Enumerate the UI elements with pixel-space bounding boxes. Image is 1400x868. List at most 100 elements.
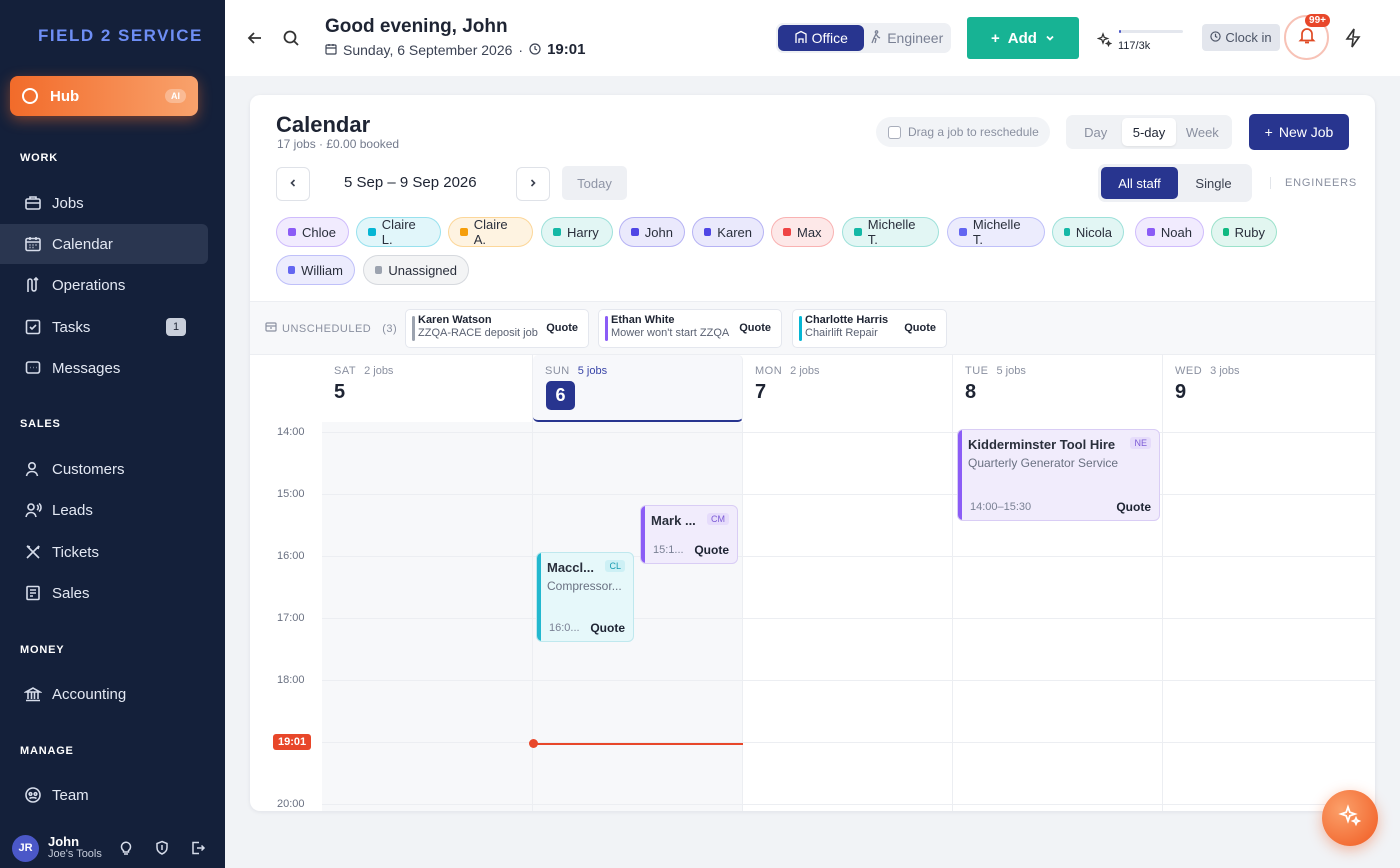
staff-chip[interactable]: Unassigned bbox=[363, 255, 469, 285]
staff-single[interactable]: Single bbox=[1178, 167, 1249, 199]
day-number: 9 bbox=[1175, 381, 1187, 403]
day-name: MON 2 jobs bbox=[755, 365, 820, 377]
staff-chip[interactable]: Nicola bbox=[1052, 217, 1124, 247]
sidebar-item-jobs[interactable]: Jobs bbox=[0, 183, 208, 223]
ai-credits[interactable]: 117/3k bbox=[1096, 30, 1183, 52]
staff-chip[interactable]: Michelle T. bbox=[842, 217, 939, 247]
day-header[interactable]: SAT 2 jobs 5 bbox=[322, 355, 533, 422]
clock-in-button[interactable]: Clock in bbox=[1202, 24, 1280, 51]
day-header[interactable]: TUE 5 jobs 8 bbox=[953, 355, 1163, 422]
sidebar-item-team[interactable]: Team bbox=[0, 775, 208, 815]
hour-label: 18:00 bbox=[277, 674, 305, 686]
engineers-label[interactable]: ENGINEERS bbox=[1270, 177, 1357, 189]
drag-reschedule-toggle[interactable]: Drag a job to reschedule bbox=[876, 117, 1050, 147]
search-icon[interactable] bbox=[280, 27, 302, 49]
hub-button[interactable]: Hub AI bbox=[10, 76, 198, 116]
current-date: Sunday, 6 September 2026 bbox=[343, 41, 513, 58]
prev-range-button[interactable] bbox=[276, 167, 310, 201]
staff-color-dot bbox=[959, 228, 967, 236]
staff-chip[interactable]: Ruby bbox=[1211, 217, 1277, 247]
job-card[interactable]: Maccl... Compressor... CL 16:0... Quote bbox=[536, 552, 634, 642]
brand-logo[interactable]: FIELD 2 SERVICE bbox=[38, 26, 203, 46]
day-of-week: WED bbox=[1175, 365, 1203, 377]
new-job-button[interactable]: + New Job bbox=[1249, 114, 1349, 150]
add-label: Add bbox=[1007, 29, 1037, 47]
staff-chip[interactable]: Chloe bbox=[276, 217, 349, 247]
job-time: 15:1... bbox=[653, 544, 684, 556]
user-icon bbox=[24, 460, 42, 478]
checkbox-icon bbox=[24, 318, 42, 336]
day-column-sat[interactable] bbox=[322, 422, 533, 811]
unscheduled-job-card[interactable]: Charlotte Harris Chairlift Repair Quote bbox=[792, 309, 947, 348]
day-header[interactable]: WED 3 jobs 9 bbox=[1163, 355, 1375, 422]
staff-chip-label: Michelle T. bbox=[867, 217, 916, 247]
today-button[interactable]: Today bbox=[562, 166, 627, 200]
day-name: SAT 2 jobs bbox=[334, 365, 393, 377]
avatar[interactable]: JR bbox=[12, 834, 39, 862]
chevron-left-icon bbox=[288, 175, 298, 193]
staff-chip[interactable]: Karen bbox=[692, 217, 764, 247]
sidebar-item-tickets[interactable]: Tickets bbox=[0, 532, 208, 572]
staff-chip[interactable]: William bbox=[276, 255, 355, 285]
job-color-bar bbox=[958, 430, 962, 520]
mode-office-label: Office bbox=[811, 30, 848, 46]
lightbulb-icon[interactable] bbox=[117, 839, 135, 857]
sidebar-item-operations[interactable]: Operations bbox=[0, 265, 208, 305]
day-of-week: SUN bbox=[545, 365, 570, 377]
user-name: John bbox=[48, 834, 80, 850]
view-5day[interactable]: 5-day bbox=[1122, 118, 1176, 146]
calendar-icon bbox=[24, 235, 42, 253]
hour-line bbox=[322, 494, 1375, 495]
staff-chip[interactable]: Claire A. bbox=[448, 217, 533, 247]
job-description: Compressor... bbox=[547, 579, 622, 593]
staff-chip[interactable]: John bbox=[619, 217, 685, 247]
sidebar-item-tasks[interactable]: Tasks 1 bbox=[0, 307, 208, 347]
plus-icon: + bbox=[991, 29, 1000, 47]
day-column-mon[interactable] bbox=[743, 422, 953, 811]
staff-chip[interactable]: Claire L. bbox=[356, 217, 441, 247]
sidebar-item-leads[interactable]: Leads bbox=[0, 490, 208, 530]
sidebar-item-messages[interactable]: Messages bbox=[0, 348, 208, 388]
ai-assistant-button[interactable] bbox=[1322, 790, 1378, 846]
add-button[interactable]: + Add bbox=[967, 17, 1079, 59]
next-range-button[interactable] bbox=[516, 167, 550, 201]
lightning-icon[interactable] bbox=[1343, 27, 1365, 49]
logout-icon[interactable] bbox=[189, 839, 207, 857]
sidebar-item-sales[interactable]: Sales bbox=[0, 573, 208, 613]
day-header[interactable]: MON 2 jobs 7 bbox=[743, 355, 953, 422]
job-card[interactable]: Kidderminster Tool Hire Quarterly Genera… bbox=[957, 429, 1160, 521]
section-sales: SALES bbox=[20, 418, 61, 430]
day-column-wed[interactable] bbox=[1163, 422, 1375, 811]
staff-chip[interactable]: Max bbox=[771, 217, 834, 247]
view-week[interactable]: Week bbox=[1176, 118, 1229, 146]
notifications-button[interactable]: 99+ bbox=[1284, 14, 1330, 60]
mode-engineer[interactable]: Engineer bbox=[864, 25, 950, 51]
staff-color-dot bbox=[368, 228, 376, 236]
day-header[interactable]: SUN 5 jobs 6 bbox=[533, 355, 743, 422]
unscheduled-job-card[interactable]: Karen Watson ZZQA-RACE deposit job Quote bbox=[405, 309, 589, 348]
view-day[interactable]: Day bbox=[1069, 118, 1122, 146]
separator-dot: · bbox=[518, 41, 524, 58]
staff-chip[interactable]: Harry bbox=[541, 217, 613, 247]
staff-chip[interactable]: Noah bbox=[1135, 217, 1204, 247]
sidebar-item-customers[interactable]: Customers bbox=[0, 449, 208, 489]
credits-fill bbox=[1119, 30, 1122, 33]
shield-icon[interactable] bbox=[153, 839, 171, 857]
sidebar-item-accounting[interactable]: Accounting bbox=[0, 674, 208, 714]
job-type: Quote bbox=[590, 621, 625, 635]
staff-color-dot bbox=[1147, 228, 1155, 236]
day-name: TUE 5 jobs bbox=[965, 365, 1026, 377]
staff-chip[interactable]: Michelle T. bbox=[947, 217, 1045, 247]
unscheduled-job-card[interactable]: Ethan White Mower won't start ZZQA Quote bbox=[598, 309, 782, 348]
staff-all[interactable]: All staff bbox=[1101, 167, 1178, 199]
day-of-week: SAT bbox=[334, 365, 357, 377]
staff-chip-label: Claire L. bbox=[381, 217, 416, 247]
drag-checkbox[interactable] bbox=[888, 125, 901, 139]
job-card[interactable]: Mark ... CM 15:1... Quote bbox=[640, 505, 738, 564]
sidebar-item-calendar[interactable]: Calendar bbox=[0, 224, 208, 264]
job-type: Quote bbox=[1116, 500, 1151, 514]
back-arrow-icon[interactable] bbox=[244, 27, 266, 49]
mode-engineer-label: Engineer bbox=[887, 30, 944, 46]
mode-office[interactable]: Office bbox=[778, 25, 864, 51]
hour-line bbox=[322, 680, 1375, 681]
